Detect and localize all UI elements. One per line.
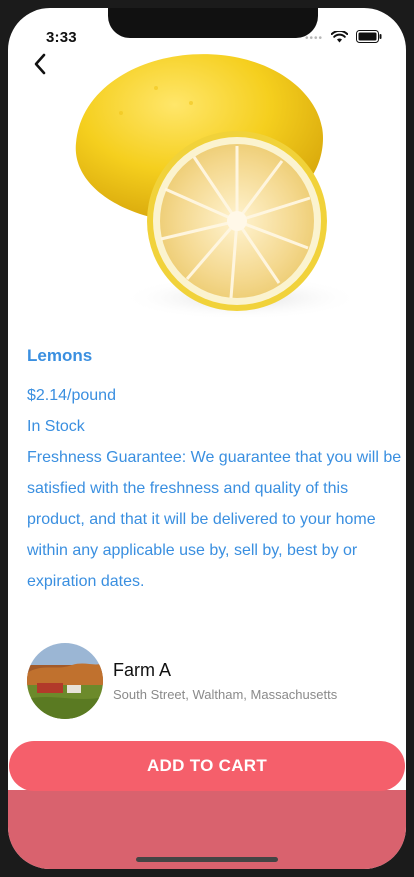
stock-status: In Stock	[27, 418, 85, 435]
device-notch	[108, 8, 318, 38]
app-screen: 3:33 •••• Lemons $2.14/pound In Stock Fr…	[8, 8, 406, 869]
farm-avatar	[27, 643, 103, 719]
add-to-cart-button[interactable]: ADD TO CART	[9, 741, 405, 791]
farm-card[interactable]: Farm A South Street, Waltham, Massachuse…	[27, 642, 403, 720]
product-price: $2.14/pound	[27, 387, 116, 404]
home-indicator	[136, 857, 278, 862]
chevron-left-icon	[33, 53, 47, 80]
farm-address: South Street, Waltham, Massachusetts	[113, 687, 338, 702]
product-description: Freshness Guarantee: We guarantee that y…	[27, 449, 402, 590]
farm-name: Farm A	[113, 660, 172, 680]
back-button[interactable]	[26, 52, 54, 80]
product-image	[61, 43, 361, 333]
product-details: Lemons $2.14/pound In Stock Freshness Gu…	[27, 346, 403, 597]
farm-info: Farm A South Street, Waltham, Massachuse…	[113, 660, 337, 702]
product-name: Lemons	[27, 346, 93, 365]
device-frame: 3:33 •••• Lemons $2.14/pound In Stock Fr…	[0, 0, 414, 877]
